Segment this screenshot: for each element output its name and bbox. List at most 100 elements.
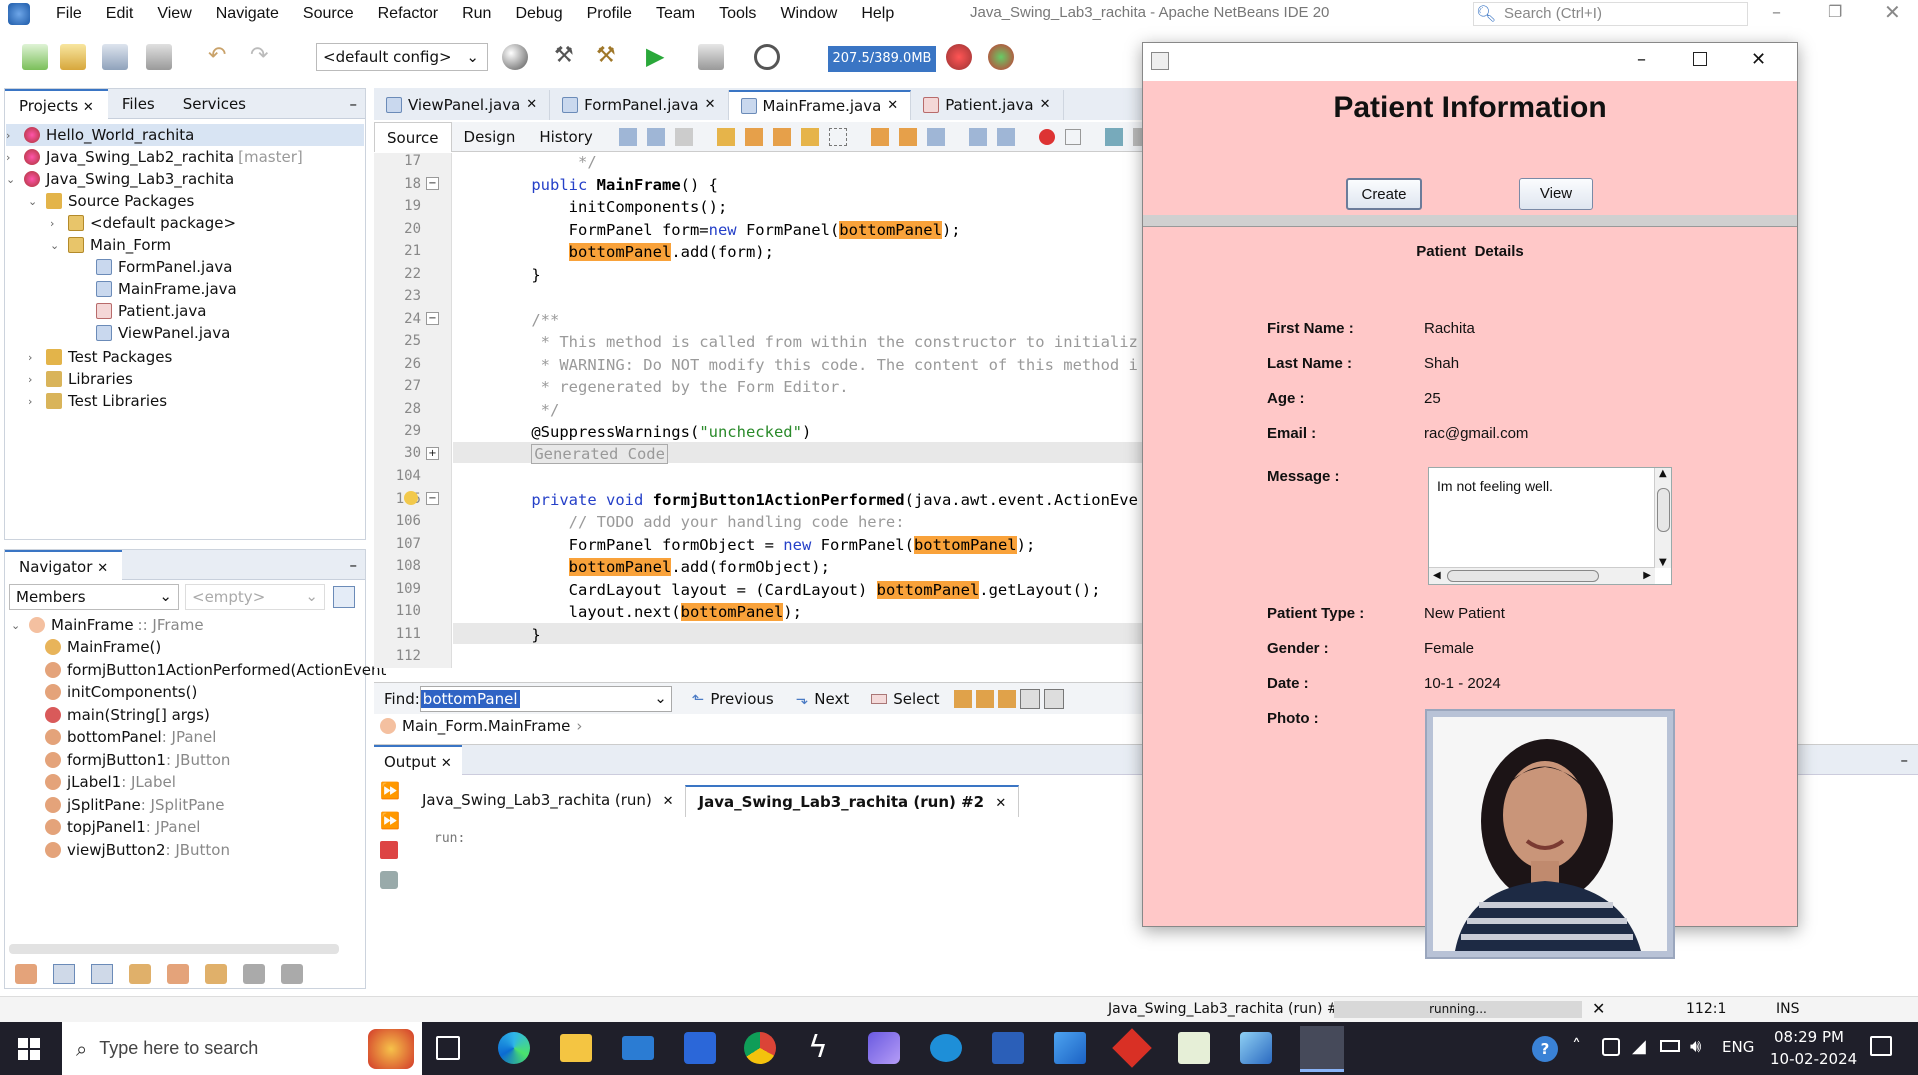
notifications-icon[interactable]	[1870, 1036, 1892, 1056]
menu-window[interactable]: Window	[768, 5, 849, 23]
menu-edit[interactable]: Edit	[94, 5, 146, 23]
tree-item-test-libraries[interactable]: › Test Libraries	[28, 390, 167, 412]
collapse-icon[interactable]: ⌄	[11, 619, 29, 632]
chevron-down-icon[interactable]: ⌄	[654, 689, 667, 707]
stop-macro-icon[interactable]	[1064, 128, 1081, 145]
clock-time[interactable]: 08:29 PM	[1774, 1028, 1844, 1046]
previous-button[interactable]: ⬑ Previous	[692, 690, 774, 708]
close-icon[interactable]: ✕	[995, 796, 1006, 811]
lightning-icon[interactable]: ϟ	[808, 1030, 828, 1065]
find-icon[interactable]	[716, 127, 735, 146]
tab-files[interactable]: Files	[108, 89, 169, 119]
build-hammer-icon[interactable]: ⚒	[554, 44, 580, 70]
undo-icon[interactable]: ↶	[208, 44, 234, 70]
close-icon[interactable]: ✕	[887, 91, 898, 121]
file-explorer-icon[interactable]	[560, 1034, 592, 1062]
message-textarea[interactable]: Im not feeling well. ▲ ▼ ◀ ▶	[1428, 467, 1672, 585]
select-button[interactable]: Select	[871, 690, 940, 708]
config-select[interactable]: <default config> ⌄	[316, 43, 488, 71]
highlight-results-icon[interactable]	[1019, 688, 1040, 709]
close-icon[interactable]: ✕	[705, 90, 716, 120]
navigator-member[interactable]: jLabel1 : JLabel	[45, 771, 176, 793]
close-icon[interactable]: ✕	[97, 561, 108, 576]
windows-start-icon[interactable]	[18, 1038, 40, 1060]
memory-indicator[interactable]: 207.5/389.0MB	[828, 46, 936, 72]
unfold-icon[interactable]: +	[426, 447, 439, 460]
last-edit-icon[interactable]	[674, 127, 693, 146]
back-icon[interactable]	[618, 127, 637, 146]
taskbar-search[interactable]: ⌕ Type here to search	[62, 1022, 422, 1075]
ide-close-button[interactable]: ✕	[1884, 0, 1901, 24]
forward-icon[interactable]	[646, 127, 665, 146]
gc-icon[interactable]	[946, 44, 972, 70]
filter-static-icon[interactable]	[53, 964, 75, 984]
navigator-options-icon[interactable]	[333, 586, 355, 608]
navigator-member[interactable]: viewjButton2 : JButton	[45, 839, 230, 861]
whole-words-icon[interactable]	[975, 689, 994, 708]
expand-icon[interactable]: ›	[28, 395, 46, 408]
sort-order-icon[interactable]	[281, 964, 303, 984]
chrome-icon[interactable]	[744, 1032, 776, 1064]
wifi-icon[interactable]: ◢	[1632, 1036, 1646, 1057]
window-close-button[interactable]: ✕	[1751, 49, 1766, 70]
empty-filter-select[interactable]: <empty> ⌄	[185, 584, 325, 610]
sort-name-icon[interactable]	[167, 964, 189, 984]
find-prev-icon[interactable]	[744, 127, 763, 146]
filter-nonpublic-icon[interactable]	[91, 964, 113, 984]
horizontal-scrollbar[interactable]: ◀ ▶	[1429, 567, 1655, 584]
clock-date[interactable]: 10-02-2024	[1770, 1050, 1857, 1068]
photos-icon[interactable]	[1054, 1032, 1086, 1064]
cloud-icon[interactable]	[930, 1034, 962, 1062]
mail-icon[interactable]	[622, 1036, 654, 1060]
tab-viewpanel[interactable]: ViewPanel.java ✕	[374, 90, 551, 120]
create-button[interactable]: Create	[1346, 178, 1422, 210]
tab-projects[interactable]: Projects ✕	[5, 88, 108, 119]
volume-icon[interactable]: 🔊︎	[1690, 1036, 1701, 1057]
menu-help[interactable]: Help	[849, 5, 906, 23]
navigator-member[interactable]: MainFrame()	[45, 636, 161, 658]
expand-icon[interactable]: ›	[28, 373, 46, 386]
task-view-icon[interactable]	[436, 1036, 460, 1060]
menu-debug[interactable]: Debug	[503, 5, 574, 23]
tab-run-2[interactable]: Java_Swing_Lab3_rachita (run) #2 ✕	[685, 785, 1020, 817]
shift-left-icon[interactable]	[968, 127, 987, 146]
start-macro-icon[interactable]	[1038, 128, 1055, 145]
menu-tools[interactable]: Tools	[707, 5, 768, 23]
navigator-member[interactable]: topjPanel1 : JPanel	[45, 816, 200, 838]
fold-icon[interactable]: −	[426, 492, 439, 505]
filter-inherited-icon[interactable]	[129, 964, 151, 984]
scroll-up-icon[interactable]: ▲	[1659, 468, 1667, 479]
tab-run-1[interactable]: Java_Swing_Lab3_rachita (run) ✕	[410, 785, 685, 817]
tree-item-lab3[interactable]: ⌄ Java_Swing_Lab3_rachita	[6, 168, 234, 190]
navigator-member[interactable]: bottomPanel : JPanel	[45, 726, 216, 748]
stop-icon[interactable]	[380, 841, 398, 859]
view-button[interactable]: View	[1519, 178, 1593, 210]
filter-fields-icon[interactable]	[15, 964, 37, 984]
menu-file[interactable]: File	[44, 5, 94, 23]
rect-select-icon[interactable]	[828, 127, 847, 146]
tab-formpanel[interactable]: FormPanel.java ✕	[550, 90, 729, 120]
scroll-thumb[interactable]	[1447, 570, 1599, 582]
tree-item-viewpanel[interactable]: ViewPanel.java	[96, 322, 230, 344]
tab-design[interactable]: Design	[452, 128, 528, 146]
wrap-around-icon[interactable]	[1043, 688, 1064, 709]
language-indicator[interactable]: ENG	[1722, 1038, 1754, 1056]
java-icon[interactable]	[1300, 1026, 1344, 1072]
regex-icon[interactable]	[997, 689, 1016, 708]
find-next-icon[interactable]	[772, 127, 791, 146]
battery-icon[interactable]	[1660, 1040, 1680, 1052]
debug-icon[interactable]	[698, 44, 724, 70]
navigator-member[interactable]: initComponents()	[45, 681, 197, 703]
sort-source-icon[interactable]	[205, 964, 227, 984]
clean-build-icon[interactable]: ⚒	[596, 44, 622, 70]
tab-history[interactable]: History	[527, 128, 604, 146]
menu-refactor[interactable]: Refactor	[366, 5, 450, 23]
tree-item-mainframe[interactable]: MainFrame.java	[96, 278, 237, 300]
patient-window-titlebar[interactable]: – ✕	[1143, 43, 1797, 81]
prev-bookmark-icon[interactable]	[870, 127, 889, 146]
window-minimize-button[interactable]: –	[1637, 49, 1646, 70]
close-icon[interactable]: ✕	[1040, 90, 1051, 120]
expand-icon[interactable]: ›	[50, 217, 68, 230]
navigator-member[interactable]: formjButton1 : JButton	[45, 749, 230, 771]
find-input[interactable]: bottomPanel ⌄	[419, 685, 672, 712]
